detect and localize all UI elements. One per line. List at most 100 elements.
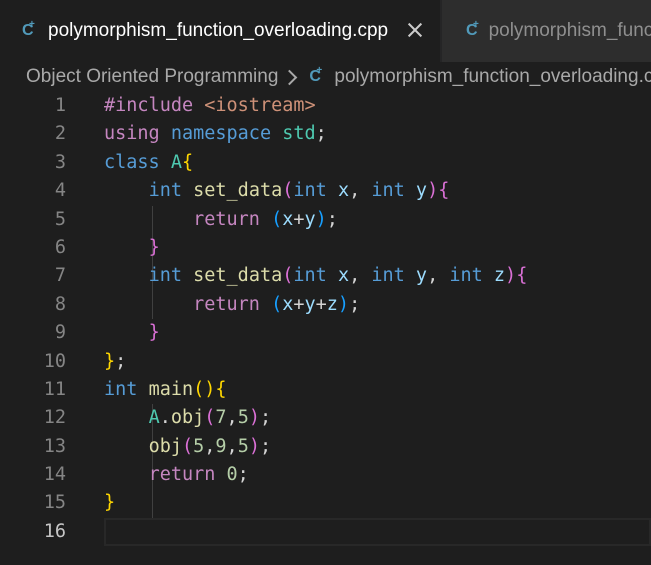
code-token: obj: [170, 407, 205, 429]
code-token: (: [282, 180, 294, 202]
code-token: int: [449, 265, 483, 287]
code-line[interactable]: 15}: [0, 489, 651, 517]
code-token: ): [315, 208, 327, 230]
code-token: using: [104, 123, 160, 145]
code-token: ,: [349, 265, 372, 287]
code-token: (: [181, 435, 194, 457]
tab-inactive-file[interactable]: C+ polymorphism_function_overloading.cpp: [442, 0, 651, 62]
code-token: +: [315, 293, 327, 315]
code-token: int: [148, 265, 182, 287]
chevron-right-icon: [282, 69, 298, 85]
code-token: int: [293, 180, 327, 202]
code-line[interactable]: 12 A.obj(7,5);: [0, 404, 651, 432]
line-content: int set_data(int x, int y){: [104, 177, 450, 205]
code-line[interactable]: 4 int set_data(int x, int y){: [0, 177, 651, 205]
code-token: {: [181, 151, 194, 173]
code-token: ;: [259, 407, 272, 429]
tab-label: polymorphism_function_overloading.cpp: [488, 20, 651, 41]
code-line[interactable]: 6 }: [0, 234, 651, 262]
code-token: #include: [104, 95, 194, 116]
code-token: 5: [237, 435, 249, 457]
tab-bar: C + polymorphism_function_overloading.cpp…: [0, 0, 651, 62]
code-token: ,: [204, 435, 216, 457]
line-content: return (x+y);: [104, 206, 338, 234]
code-line[interactable]: 8 return (x+y+z);: [0, 291, 651, 319]
code-token: int: [371, 180, 405, 202]
code-line[interactable]: 16: [0, 517, 651, 547]
tab-label: polymorphism_function_overloading.cpp: [48, 20, 389, 41]
line-number: 2: [54, 123, 66, 145]
code-token: 5: [237, 407, 249, 429]
code-token: main: [148, 378, 194, 400]
code-token: return: [148, 464, 216, 486]
code-token: class: [104, 151, 160, 173]
code-line[interactable]: 14 return 0;: [0, 461, 651, 489]
code-token: ;: [115, 350, 127, 372]
line-number: 5: [54, 208, 66, 230]
line-number: 7: [54, 265, 66, 287]
code-token: y: [415, 265, 428, 287]
tab-active-file[interactable]: C + polymorphism_function_overloading.cpp: [0, 0, 440, 62]
close-icon[interactable]: [402, 17, 428, 43]
line-content: return 0;: [104, 461, 249, 489]
line-number: 6: [54, 236, 66, 258]
code-token: ,: [349, 180, 372, 202]
line-content: }: [104, 319, 160, 347]
line-content: class A{: [104, 149, 193, 177]
line-content: }: [104, 234, 160, 262]
code-line[interactable]: 11 int main(){: [0, 376, 651, 404]
code-token: set_data: [193, 180, 283, 202]
code-token: .: [159, 407, 171, 429]
code-token: A: [170, 151, 182, 173]
code-line[interactable]: 9 }: [0, 319, 651, 347]
code-area[interactable]: 1 #include <iostream> 2 using namespace std…: [0, 92, 651, 547]
code-token: z: [326, 293, 338, 315]
code-token: ): [248, 407, 260, 429]
code-line[interactable]: 5 return (x+y);: [0, 206, 651, 234]
code-token: +: [293, 293, 305, 315]
code-token: ;: [315, 123, 327, 145]
code-token: ;: [326, 208, 338, 230]
code-token: ): [427, 180, 439, 202]
code-token: ): [505, 265, 517, 287]
code-token: {: [215, 378, 227, 400]
code-token: ,: [226, 435, 238, 457]
code-line[interactable]: 10};: [0, 348, 651, 376]
line-content: obj(5,9,5);: [104, 433, 272, 461]
code-token: z: [493, 265, 506, 287]
code-line[interactable]: 3 class A{: [0, 149, 651, 177]
line-content: };: [104, 348, 126, 376]
code-line[interactable]: 2 using namespace std;: [0, 120, 651, 148]
line-content: #include <iostream>: [104, 92, 316, 120]
line-number: 1: [54, 95, 66, 116]
line-number: 8: [54, 293, 66, 315]
breadcrumb-folder[interactable]: Object Oriented Programming: [26, 66, 278, 88]
breadcrumb: Object Oriented Programming C + polymorph…: [26, 64, 651, 90]
code-token: ;: [237, 464, 249, 486]
code-token: 9: [215, 435, 227, 457]
code-token: x: [337, 265, 350, 287]
code-line[interactable]: 7 int set_data(int x, int y, int z){: [0, 262, 651, 290]
code-line[interactable]: 1 #include <iostream>: [0, 92, 651, 120]
breadcrumb-file[interactable]: polymorphism_function_overloading.cpp: [334, 66, 651, 88]
line-number: 13: [43, 435, 66, 457]
code-line[interactable]: 13 obj(5,9,5);: [0, 433, 651, 461]
code-token: x: [282, 208, 294, 230]
code-token: return: [193, 208, 260, 230]
